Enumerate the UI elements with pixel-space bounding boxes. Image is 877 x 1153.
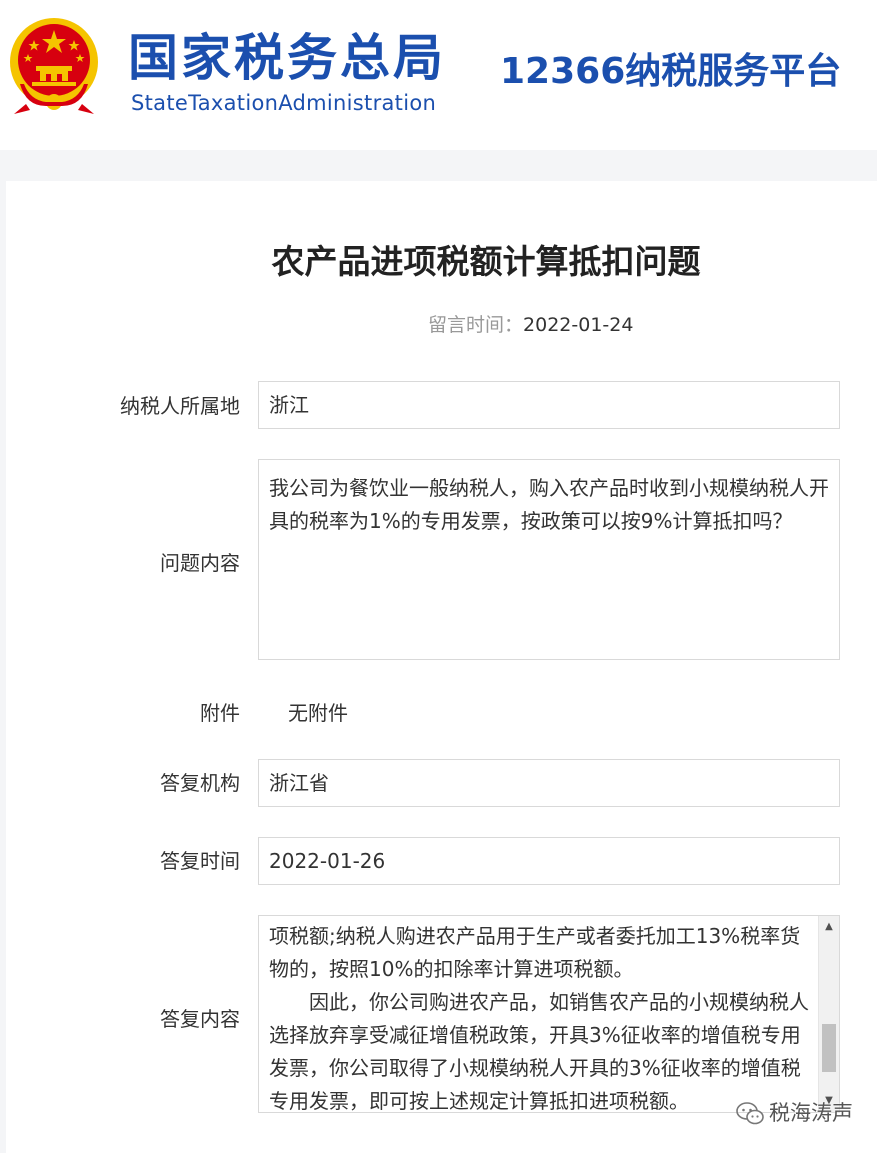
message-date-value: 2022-01-24 bbox=[523, 314, 634, 336]
attachment-value: 无附件 bbox=[288, 701, 348, 725]
watermark-text: 税海涛声 bbox=[769, 1101, 853, 1125]
platform-name[interactable]: 12366纳税服务平台 bbox=[500, 46, 841, 98]
reply-org-field: 浙江省 bbox=[258, 759, 840, 807]
site-header: 国家税务总局 StateTaxationAdministration 12366… bbox=[0, 0, 877, 150]
location-field: 浙江 bbox=[258, 381, 840, 429]
attachment-label: 附件 bbox=[200, 701, 240, 725]
reply-content-field[interactable]: 项税额;纳税人购进农产品用于生产或者委托加工13%税率货物的，按照10%的扣除率… bbox=[258, 915, 840, 1113]
message-date: 留言时间：2022-01-24 bbox=[428, 311, 633, 339]
brand-name-en: StateTaxationAdministration bbox=[131, 91, 437, 115]
reply-time-label: 答复时间 bbox=[160, 849, 240, 873]
reply-org-label: 答复机构 bbox=[160, 771, 240, 795]
reply-content-label: 答复内容 bbox=[160, 1007, 240, 1031]
scroll-up-arrow-icon[interactable]: ▲ bbox=[819, 918, 839, 936]
scroll-thumb[interactable] bbox=[822, 1024, 836, 1072]
message-date-label: 留言时间： bbox=[428, 314, 524, 336]
wechat-icon bbox=[736, 1102, 764, 1125]
reply-content-text: 项税额;纳税人购进农产品用于生产或者委托加工13%税率货物的，按照10%的扣除率… bbox=[269, 920, 817, 1113]
reply-paragraph: 因此，你公司购进农产品，如销售农产品的小规模纳税人选择放弃享受减征增值税政策，开… bbox=[269, 990, 809, 1113]
location-label: 纳税人所属地 bbox=[120, 394, 240, 418]
brand-name-cn: 国家税务总局 bbox=[128, 29, 446, 87]
reply-scrollbar[interactable]: ▲ ▼ bbox=[818, 916, 839, 1112]
reply-paragraph: 项税额;纳税人购进农产品用于生产或者委托加工13%税率货物的，按照10%的扣除率… bbox=[269, 924, 801, 981]
question-label: 问题内容 bbox=[160, 551, 240, 575]
question-field[interactable]: 我公司为餐饮业一般纳税人，购入农产品时收到小规模纳税人开具的税率为1%的专用发票… bbox=[258, 459, 840, 660]
national-emblem-icon bbox=[10, 18, 98, 114]
reply-time-field: 2022-01-26 bbox=[258, 837, 840, 885]
page-title: 农产品进项税额计算抵扣问题 bbox=[271, 242, 701, 281]
